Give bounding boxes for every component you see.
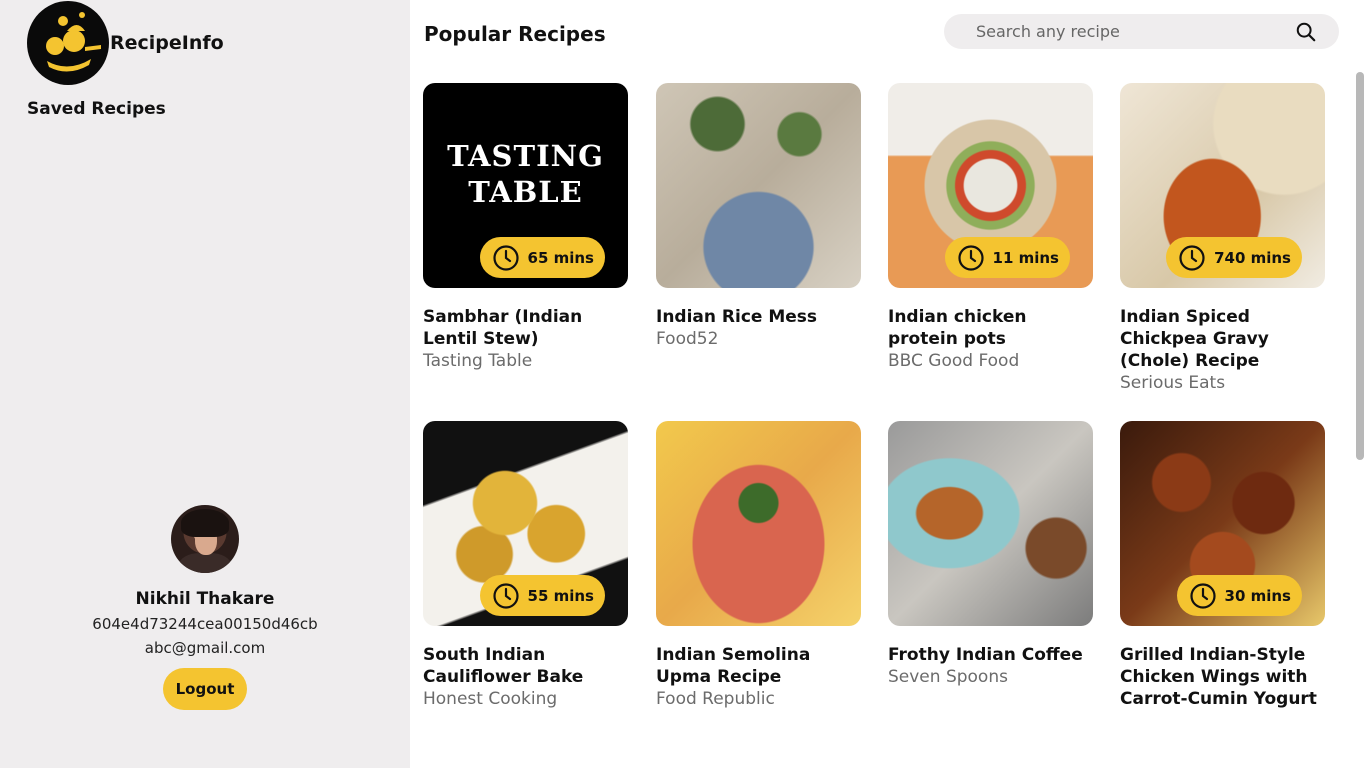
recipe-image[interactable]	[888, 421, 1093, 626]
brand[interactable]: RecipeInfo	[27, 1, 224, 85]
clock-icon	[492, 244, 519, 271]
clock-icon	[1189, 582, 1216, 609]
recipe-image[interactable]: TASTING TABLE 65 mins	[423, 83, 628, 288]
recipe-card[interactable]: 55 mins South Indian Cauliflower Bake Ho…	[423, 421, 628, 710]
avatar	[171, 505, 239, 573]
recipe-image[interactable]: 30 mins	[1120, 421, 1325, 626]
recipe-source: Food52	[656, 329, 719, 349]
recipe-image[interactable]	[656, 421, 861, 626]
recipe-source: BBC Good Food	[888, 351, 1020, 371]
recipe-card[interactable]: TASTING TABLE 65 mins Sambhar (Indian Le…	[423, 83, 628, 372]
main-content: Popular Recipes TASTING TABLE 65 mins Sa…	[410, 0, 1366, 768]
cook-time-badge: 740 mins	[1166, 237, 1302, 278]
recipe-card[interactable]: Frothy Indian Coffee Seven Spoons	[888, 421, 1093, 688]
recipe-title[interactable]: Frothy Indian Coffee	[888, 644, 1093, 666]
user-email: abc@gmail.com	[144, 639, 266, 657]
user-profile: Nikhil Thakare 604e4d73244cea00150d46cb …	[0, 505, 410, 710]
recipe-card[interactable]: 30 mins Grilled Indian-Style Chicken Win…	[1120, 421, 1325, 710]
tasting-table-logo: TASTING TABLE	[447, 139, 604, 209]
recipe-card[interactable]: Indian Rice Mess Food52	[656, 83, 861, 350]
recipe-title[interactable]: Indian chicken protein pots	[888, 306, 1093, 350]
user-name: Nikhil Thakare	[135, 589, 275, 609]
recipe-card[interactable]: Indian Semolina Upma Recipe Food Republi…	[656, 421, 861, 710]
recipe-title[interactable]: Indian Rice Mess	[656, 306, 861, 328]
recipe-image[interactable]: 11 mins	[888, 83, 1093, 288]
recipe-image[interactable]: 55 mins	[423, 421, 628, 626]
user-id: 604e4d73244cea00150d46cb	[92, 615, 318, 633]
clock-icon	[957, 244, 984, 271]
recipe-title[interactable]: Indian Spiced Chickpea Gravy (Chole) Rec…	[1120, 306, 1325, 372]
search-icon[interactable]	[1295, 21, 1317, 43]
cook-time-badge: 30 mins	[1176, 575, 1302, 616]
recipe-title[interactable]: Indian Semolina Upma Recipe	[656, 644, 861, 688]
chef-logo-icon	[27, 1, 109, 85]
cook-time-badge: 55 mins	[479, 575, 605, 616]
search-bar	[944, 14, 1339, 49]
scrollbar-thumb[interactable]	[1356, 72, 1364, 460]
recipe-image[interactable]: 740 mins	[1120, 83, 1325, 288]
clock-icon	[492, 582, 519, 609]
recipe-card[interactable]: 740 mins Indian Spiced Chickpea Gravy (C…	[1120, 83, 1325, 394]
recipe-source: Serious Eats	[1120, 373, 1226, 393]
recipe-image[interactable]	[656, 83, 861, 288]
cook-time-badge: 11 mins	[944, 237, 1070, 278]
recipe-title[interactable]: Sambhar (Indian Lentil Stew)	[423, 306, 628, 350]
recipe-source: Food Republic	[656, 689, 775, 709]
recipe-card[interactable]: 11 mins Indian chicken protein pots BBC …	[888, 83, 1093, 372]
recipe-source: Tasting Table	[423, 351, 533, 371]
cook-time-badge: 65 mins	[479, 237, 605, 278]
clock-icon	[1179, 244, 1205, 271]
sidebar: RecipeInfo Saved Recipes Nikhil Thakare …	[0, 0, 410, 768]
recipe-source: Honest Cooking	[423, 689, 558, 709]
saved-recipes-link[interactable]: Saved Recipes	[27, 99, 166, 119]
recipe-title[interactable]: South Indian Cauliflower Bake	[423, 644, 628, 688]
recipe-title[interactable]: Grilled Indian-Style Chicken Wings with …	[1120, 644, 1325, 710]
page-title: Popular Recipes	[424, 22, 606, 46]
search-input[interactable]	[976, 14, 1276, 49]
recipe-source: Seven Spoons	[888, 667, 1008, 687]
logout-button[interactable]: Logout	[163, 668, 247, 710]
brand-name: RecipeInfo	[110, 32, 224, 54]
